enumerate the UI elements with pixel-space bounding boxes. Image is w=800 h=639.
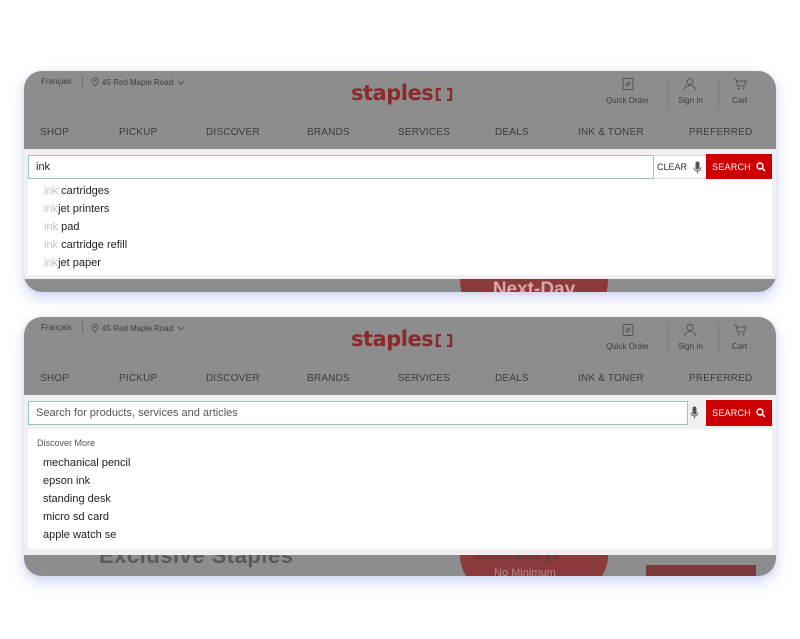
nav-pickup[interactable]: PICKUP [119, 127, 157, 138]
nav-deals[interactable]: DEALS [495, 373, 529, 384]
search-icon [756, 162, 766, 172]
logo-bracket-icon [435, 333, 453, 347]
nav-shop[interactable]: SHOP [40, 373, 69, 384]
header-divider [718, 77, 719, 109]
logo-text: staples [351, 81, 434, 105]
promo-banner-text: Next-Day [492, 279, 576, 292]
microphone-icon[interactable] [693, 161, 702, 174]
store-label: 45 Red Maple Road [102, 323, 174, 333]
nav-preferred[interactable]: PREFERRED [689, 373, 752, 384]
nav-discover[interactable]: DISCOVER [206, 127, 260, 138]
sign-in-label: Sign In [678, 342, 703, 351]
nav-services[interactable]: SERVICES [398, 127, 450, 138]
nav-deals[interactable]: DEALS [495, 127, 529, 138]
chevron-down-icon [177, 326, 185, 331]
language-link[interactable]: Français [41, 77, 72, 86]
list-item[interactable]: epson ink [28, 472, 772, 490]
quick-order-button[interactable]: Quick Order [606, 77, 649, 105]
list-item[interactable]: ink cartridges [28, 182, 772, 200]
nav-ink-toner[interactable]: INK & TONER [578, 373, 644, 384]
cart-button[interactable]: Cart [732, 323, 747, 351]
logo-text: staples [351, 327, 434, 351]
header-divider [82, 322, 83, 333]
cart-label: Cart [732, 96, 748, 105]
discover-more-heading: Discover More [37, 438, 96, 448]
cart-label: Cart [732, 342, 748, 351]
search-dropdown: ink CLEAR SEARCH ink cartridges inkjet p… [24, 149, 776, 279]
header-divider [668, 323, 669, 355]
header-divider [718, 323, 719, 355]
promo-banner-graphic: Next-Day [460, 279, 608, 292]
nav-pickup[interactable]: PICKUP [119, 373, 157, 384]
cart-icon [733, 78, 747, 90]
search-panel-typed: Français 45 Red Maple Road staples Quick… [24, 71, 776, 292]
search-button[interactable]: SEARCH [706, 154, 772, 180]
list-item[interactable]: inkjet paper [28, 254, 772, 272]
store-selector[interactable]: 45 Red Maple Road [90, 323, 185, 333]
list-item[interactable]: inkjet printers [28, 200, 772, 218]
chevron-down-icon [177, 80, 185, 85]
search-button-label: SEARCH [712, 162, 751, 172]
staples-logo[interactable]: staples [351, 327, 453, 351]
staples-logo[interactable]: staples [351, 81, 453, 105]
autocomplete-list: ink cartridges inkjet printers ink pad i… [28, 179, 772, 275]
quick-order-icon [622, 324, 634, 336]
clear-label: CLEAR [657, 162, 688, 172]
nav-discover[interactable]: DISCOVER [206, 373, 260, 384]
header-divider [82, 76, 83, 87]
nav-shop[interactable]: SHOP [40, 127, 69, 138]
list-item[interactable]: micro sd card [28, 508, 772, 526]
store-selector[interactable]: 45 Red Maple Road [90, 77, 185, 87]
list-item[interactable]: mechanical pencil [28, 454, 772, 472]
list-item[interactable]: standing desk [28, 490, 772, 508]
quick-order-icon [622, 78, 634, 90]
language-link[interactable]: Français [41, 323, 72, 332]
clear-button[interactable]: CLEAR [654, 155, 706, 179]
location-pin-icon [91, 323, 99, 333]
nav-brands[interactable]: BRANDS [307, 373, 350, 384]
user-icon [684, 324, 697, 337]
search-button-label: SEARCH [712, 408, 751, 418]
nav-brands[interactable]: BRANDS [307, 127, 350, 138]
list-item[interactable]: ink cartridge refill [28, 236, 772, 254]
sign-in-button[interactable]: Sign In [678, 323, 703, 351]
quick-order-label: Quick Order [606, 96, 650, 105]
cart-button[interactable]: Cart [732, 77, 747, 105]
promo-product-graphic [646, 565, 756, 576]
nav-services[interactable]: SERVICES [398, 373, 450, 384]
promo-subtext: No Minimum [494, 567, 556, 576]
search-panel-empty: Français 45 Red Maple Road staples Quick… [24, 317, 776, 576]
search-button[interactable]: SEARCH [706, 400, 772, 426]
microphone-icon[interactable] [690, 406, 699, 419]
user-icon [684, 78, 697, 91]
sign-in-label: Sign In [678, 96, 703, 105]
search-icon [756, 408, 766, 418]
sign-in-button[interactable]: Sign In [678, 77, 703, 105]
search-input[interactable]: Search for products, services and articl… [28, 401, 688, 425]
nav-preferred[interactable]: PREFERRED [689, 127, 752, 138]
main-nav: SHOP PICKUP DISCOVER BRANDS SERVICES DEA… [24, 365, 776, 395]
list-item[interactable]: ink pad [28, 218, 772, 236]
store-label: 45 Red Maple Road [102, 77, 174, 87]
nav-ink-toner[interactable]: INK & TONER [578, 127, 644, 138]
search-dropdown: Search for products, services and articl… [24, 395, 776, 555]
search-input[interactable]: ink [28, 155, 654, 179]
cart-icon [733, 324, 747, 336]
header: Français 45 Red Maple Road staples Quick… [24, 71, 776, 119]
main-nav: SHOP PICKUP DISCOVER BRANDS SERVICES DEA… [24, 119, 776, 149]
quick-order-button[interactable]: Quick Order [606, 323, 649, 351]
header-divider [668, 77, 669, 109]
discover-more-list: Discover More mechanical pencil epson in… [28, 429, 772, 549]
list-item[interactable]: apple watch se [28, 526, 772, 544]
header: Français 45 Red Maple Road staples Quick… [24, 317, 776, 365]
location-pin-icon [91, 77, 99, 87]
logo-bracket-icon [435, 87, 453, 101]
quick-order-label: Quick Order [606, 342, 650, 351]
